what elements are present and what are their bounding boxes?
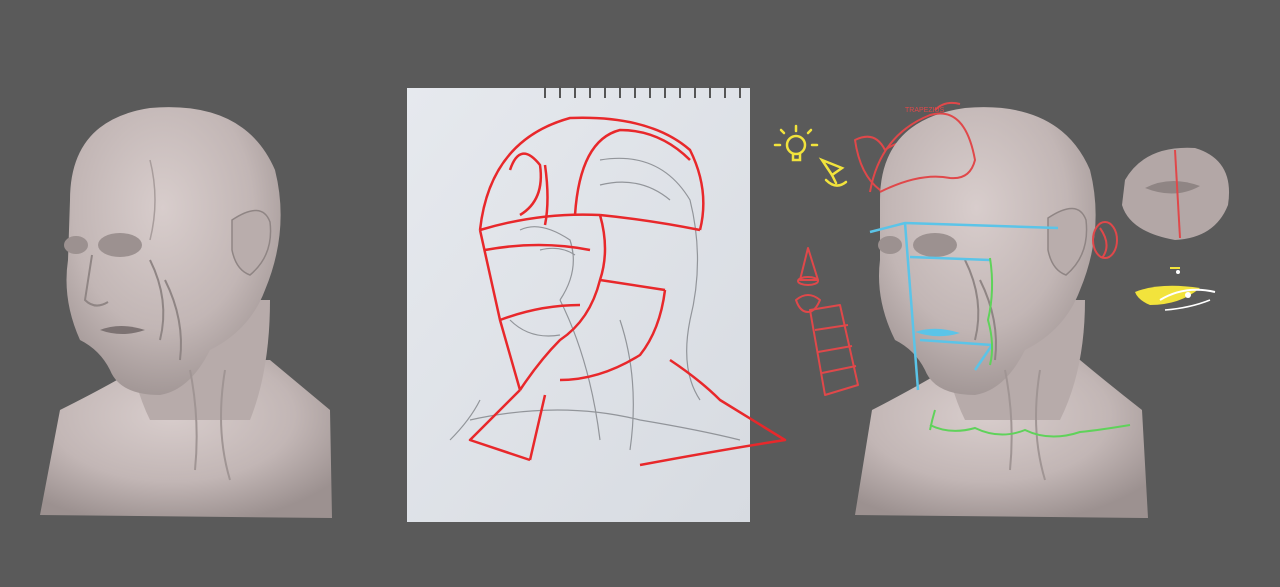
construction-sketch-on-paper [407,86,787,522]
scene-svg: TRAPEZIUS [0,0,1280,587]
comparison-canvas: TRAPEZIUS [0,0,1280,587]
